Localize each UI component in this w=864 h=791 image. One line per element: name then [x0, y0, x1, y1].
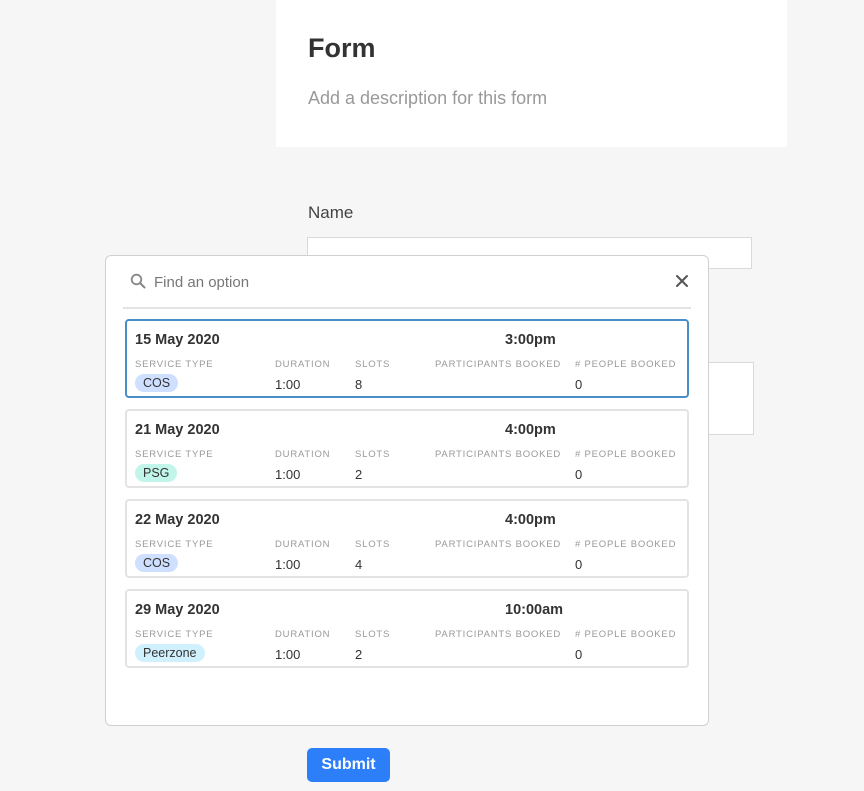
duration-value: 1:00 [275, 557, 301, 572]
options-list: 15 May 2020 3:00pm SERVICE TYPE DURATION… [125, 319, 689, 679]
slots-value: 4 [355, 557, 363, 572]
participants-booked-label: PARTICIPANTS BOOKED [435, 359, 562, 370]
name-field-label: Name [308, 203, 354, 222]
slots-label: SLOTS [355, 539, 391, 550]
form-header-card: Form Add a description for this form [276, 0, 787, 147]
slots-value: 8 [355, 377, 363, 392]
option-card[interactable]: 29 May 2020 10:00am SERVICE TYPE DURATIO… [125, 589, 689, 668]
option-date: 22 May 2020 [135, 512, 220, 528]
people-booked-value: 0 [575, 647, 583, 662]
search-input[interactable] [154, 270, 634, 294]
people-booked-value: 0 [575, 467, 583, 482]
service-type-label: SERVICE TYPE [135, 539, 214, 550]
slots-label: SLOTS [355, 359, 391, 370]
service-type-label: SERVICE TYPE [135, 359, 214, 370]
submit-button[interactable]: Submit [307, 748, 390, 782]
option-date: 15 May 2020 [135, 332, 220, 348]
option-date: 21 May 2020 [135, 422, 220, 438]
slots-value: 2 [355, 467, 363, 482]
option-time: 3:00pm [505, 332, 556, 348]
option-date: 29 May 2020 [135, 602, 220, 618]
duration-value: 1:00 [275, 647, 301, 662]
slots-value: 2 [355, 647, 363, 662]
duration-label: DURATION [275, 629, 331, 640]
dropdown-search-row [123, 256, 691, 309]
duration-value: 1:00 [275, 467, 301, 482]
people-booked-value: 0 [575, 377, 583, 392]
people-booked-label: # PEOPLE BOOKED [575, 449, 677, 460]
service-type-tag: COS [135, 374, 179, 392]
close-icon[interactable] [675, 274, 689, 288]
duration-label: DURATION [275, 359, 331, 370]
service-type-tag: Peerzone [135, 644, 205, 662]
participants-booked-label: PARTICIPANTS BOOKED [435, 449, 562, 460]
service-type-tag: PSG [135, 464, 178, 482]
people-booked-label: # PEOPLE BOOKED [575, 539, 677, 550]
duration-value: 1:00 [275, 377, 301, 392]
option-card[interactable]: 15 May 2020 3:00pm SERVICE TYPE DURATION… [125, 319, 689, 398]
form-description[interactable]: Add a description for this form [308, 88, 547, 109]
option-time: 4:00pm [505, 512, 556, 528]
duration-label: DURATION [275, 449, 331, 460]
search-icon [130, 273, 146, 289]
slots-label: SLOTS [355, 629, 391, 640]
option-card[interactable]: 22 May 2020 4:00pm SERVICE TYPE DURATION… [125, 499, 689, 578]
participants-booked-label: PARTICIPANTS BOOKED [435, 539, 562, 550]
option-card[interactable]: 21 May 2020 4:00pm SERVICE TYPE DURATION… [125, 409, 689, 488]
option-time: 10:00am [505, 602, 564, 618]
slots-label: SLOTS [355, 449, 391, 460]
option-time: 4:00pm [505, 422, 556, 438]
form-title: Form [308, 33, 376, 63]
people-booked-label: # PEOPLE BOOKED [575, 359, 677, 370]
people-booked-value: 0 [575, 557, 583, 572]
participants-booked-label: PARTICIPANTS BOOKED [435, 629, 562, 640]
people-booked-label: # PEOPLE BOOKED [575, 629, 677, 640]
service-type-label: SERVICE TYPE [135, 449, 214, 460]
option-dropdown: 15 May 2020 3:00pm SERVICE TYPE DURATION… [105, 255, 709, 726]
duration-label: DURATION [275, 539, 331, 550]
service-type-tag: COS [135, 554, 179, 572]
service-type-label: SERVICE TYPE [135, 629, 214, 640]
